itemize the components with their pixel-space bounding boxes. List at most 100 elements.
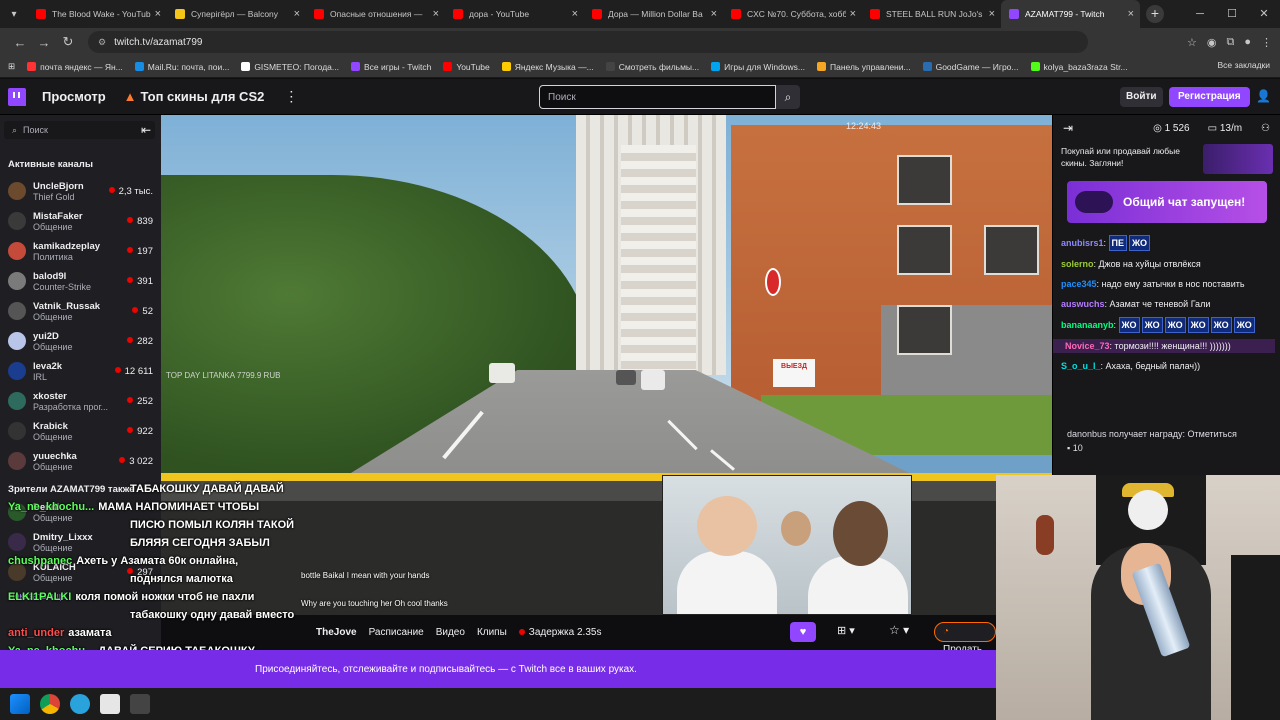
collapse-chat-icon[interactable]: ⇥ bbox=[1063, 121, 1073, 135]
browser-tab[interactable]: AZAMAT799 - Twitch × bbox=[1001, 0, 1140, 28]
maximize-icon[interactable]: ☐ bbox=[1216, 0, 1248, 28]
channel-name[interactable]: TheJove bbox=[316, 627, 357, 638]
chat-username[interactable]: S_o_u_l_ bbox=[1061, 361, 1101, 371]
reload-icon[interactable]: ↻ bbox=[56, 34, 80, 50]
bookmark-favicon-icon bbox=[711, 62, 721, 71]
bookmark-item[interactable]: Все игры - Twitch bbox=[350, 62, 431, 72]
channel-info: Vatnik_Russak Общение bbox=[33, 301, 132, 322]
bookmark-item[interactable]: GISMETEO: Погода... bbox=[241, 62, 339, 72]
sidebar-channel[interactable]: UncleBjorn Thief Gold 2,3 тыс. bbox=[0, 176, 161, 206]
sidebar-channel[interactable]: balod9l Counter-Strike 391 bbox=[0, 266, 161, 296]
bookmark-item[interactable]: Панель управлени... bbox=[817, 62, 911, 72]
browser-tab[interactable]: Опасные отношения — × bbox=[306, 0, 445, 28]
banner-text: Присоединяйтесь, отслеживайте и подписыв… bbox=[255, 663, 637, 675]
chat-text: Ахаха, бедный палач)) bbox=[1105, 361, 1201, 371]
bookmark-item[interactable]: почта яндекс — Ян... bbox=[27, 62, 123, 72]
twitch-top-nav: Просмотр ▲ Топ скины для CS2 ⋮ Поиск ⌕ Во… bbox=[0, 79, 1280, 115]
gift-icon[interactable]: ⊞ ▾ bbox=[837, 624, 855, 637]
sidebar-channel[interactable]: yui2D Общение 282 bbox=[0, 326, 161, 356]
extension-icon[interactable]: ◉ bbox=[1207, 36, 1217, 49]
channel-name: leva2k bbox=[33, 360, 63, 372]
user-menu-icon[interactable]: 👤 bbox=[1256, 89, 1271, 103]
address-bar[interactable]: ⚙ twitch.tv/azamat799 bbox=[88, 31, 1088, 53]
browser-tab[interactable]: Суперігёрл — Balcony × bbox=[167, 0, 306, 28]
close-window-icon[interactable]: ✕ bbox=[1248, 0, 1280, 28]
chat-username[interactable]: solerno bbox=[1061, 259, 1094, 269]
browse-link[interactable]: Просмотр bbox=[42, 89, 106, 104]
bookmark-item[interactable]: Смотреть фильмы... bbox=[605, 62, 699, 72]
users-icon[interactable]: ⚇ bbox=[1261, 123, 1270, 134]
app-icon[interactable] bbox=[130, 694, 150, 714]
tab-search-icon[interactable]: ▾ bbox=[0, 9, 28, 20]
close-tab-icon[interactable]: × bbox=[711, 8, 717, 20]
bookmark-item[interactable]: Mail.Ru: почта, пои... bbox=[134, 62, 229, 72]
sidebar-channel[interactable]: leva2k IRL 12 611 bbox=[0, 356, 161, 386]
sidebar-channel[interactable]: yuuechka Общение 3 022 bbox=[0, 446, 161, 476]
schedule-tab[interactable]: Расписание bbox=[369, 627, 424, 638]
login-button[interactable]: Войти bbox=[1120, 87, 1163, 107]
chat-text: Джов на хуйцы отвлёкся bbox=[1098, 259, 1201, 269]
browser-tab[interactable]: STEEL BALL RUN JoJo's Bi × bbox=[862, 0, 1001, 28]
sidebar-channel[interactable]: kamikadzeplay Политика 197 bbox=[0, 236, 161, 266]
search-input[interactable]: Поиск bbox=[539, 85, 776, 109]
close-tab-icon[interactable]: × bbox=[1128, 8, 1134, 20]
telegram-icon[interactable] bbox=[70, 694, 90, 714]
bookmark-star-icon[interactable]: ☆ bbox=[1187, 36, 1197, 49]
chat-username[interactable]: anubisrs1 bbox=[1061, 238, 1104, 248]
all-bookmarks-button[interactable]: Все закладки bbox=[1217, 60, 1270, 70]
sidebar-channel[interactable]: xkoster Разработка прог... 252 bbox=[0, 386, 161, 416]
clips-tab[interactable]: Клипы bbox=[477, 627, 507, 638]
more-menu-icon[interactable]: ⋮ bbox=[284, 88, 298, 105]
wall-decoration bbox=[1036, 515, 1054, 555]
bookmark-item[interactable]: kolya_baza3raza Str... bbox=[1030, 62, 1128, 72]
minimize-icon[interactable]: ─ bbox=[1184, 0, 1216, 28]
forward-icon[interactable]: → bbox=[32, 35, 56, 50]
bookmark-favicon-icon bbox=[27, 62, 37, 71]
chat-username[interactable]: bananaanyb bbox=[1061, 320, 1114, 330]
close-tab-icon[interactable]: × bbox=[294, 8, 300, 20]
sell-button[interactable]: ◔ Продать bbox=[934, 622, 996, 655]
chat-username[interactable]: pace345 bbox=[1061, 279, 1097, 289]
tab-favicon-icon bbox=[453, 9, 463, 19]
site-info-icon[interactable]: ⚙ bbox=[98, 37, 106, 48]
extensions-puzzle-icon[interactable]: ⧉ bbox=[1226, 36, 1234, 49]
search-icon[interactable]: ⌕ bbox=[776, 85, 800, 109]
browser-tab[interactable]: The Blood Wake - YouTube × bbox=[28, 0, 167, 28]
close-tab-icon[interactable]: × bbox=[572, 8, 578, 20]
close-tab-icon[interactable]: × bbox=[989, 8, 995, 20]
bookmark-item[interactable]: GoodGame — Игро... bbox=[922, 62, 1019, 72]
signup-banner[interactable]: Присоединяйтесь, отслеживайте и подписыв… bbox=[0, 650, 996, 688]
browser-tab[interactable]: дора - YouTube × bbox=[445, 0, 584, 28]
stream-delay: Задержка 2.35s bbox=[519, 627, 602, 638]
apps-grid-icon[interactable]: ⊞ bbox=[8, 61, 15, 72]
sidebar-channel[interactable]: MistaFaker Общение 839 bbox=[0, 206, 161, 236]
chat-username[interactable]: Novice_73 bbox=[1065, 341, 1110, 351]
chrome-icon[interactable] bbox=[40, 694, 60, 714]
back-icon[interactable]: ← bbox=[8, 35, 32, 50]
subscribe-star-icon[interactable]: ☆ ▾ bbox=[889, 623, 909, 637]
cs2-skins-link[interactable]: ▲ Топ скины для CS2 bbox=[124, 89, 265, 104]
close-tab-icon[interactable]: × bbox=[155, 8, 161, 20]
sidebar-search-input[interactable]: ⌕ Поиск bbox=[4, 121, 155, 139]
chat-username[interactable]: auswuchs bbox=[1061, 299, 1105, 309]
sidebar-channel[interactable]: Vatnik_Russak Общение 52 bbox=[0, 296, 161, 326]
browser-tab[interactable]: Дора — Million Dollar Ba × bbox=[584, 0, 723, 28]
collapse-sidebar-icon[interactable]: ⇤ bbox=[141, 123, 151, 137]
profile-icon[interactable]: ● bbox=[1244, 36, 1251, 49]
videos-tab[interactable]: Видео bbox=[436, 627, 465, 638]
bookmark-item[interactable]: Яндекс Музыка —... bbox=[501, 62, 594, 72]
menu-dots-icon[interactable]: ⋮ bbox=[1261, 36, 1272, 49]
close-tab-icon[interactable]: × bbox=[433, 8, 439, 20]
twitch-logo-icon[interactable] bbox=[8, 87, 26, 106]
bookmark-item[interactable]: Игры для Windows... bbox=[711, 62, 805, 72]
app-icon[interactable] bbox=[100, 694, 120, 714]
chat-promo[interactable]: Покупай или продавай любые скины. Заглян… bbox=[1061, 145, 1201, 179]
new-tab-button[interactable]: + bbox=[1146, 5, 1164, 23]
sidebar-channel[interactable]: Krabick Общение 922 bbox=[0, 416, 161, 446]
close-tab-icon[interactable]: × bbox=[850, 8, 856, 20]
signup-button[interactable]: Регистрация bbox=[1169, 87, 1250, 107]
browser-tab[interactable]: CXC №70. Суббота, хобб × bbox=[723, 0, 862, 28]
bookmark-item[interactable]: YouTube bbox=[443, 62, 490, 72]
follow-heart-icon[interactable]: ♥ bbox=[790, 622, 816, 642]
windows-start-icon[interactable] bbox=[10, 694, 30, 714]
